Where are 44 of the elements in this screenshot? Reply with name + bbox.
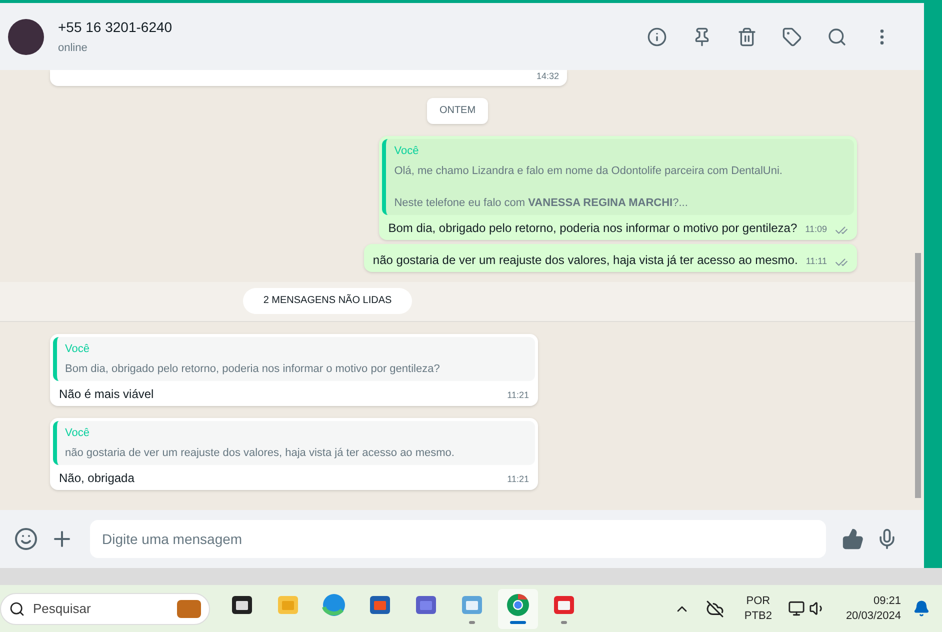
quote-author: Você bbox=[65, 426, 90, 440]
message-input[interactable]: Digite uma mensagem bbox=[90, 520, 826, 558]
network-icon[interactable] bbox=[788, 600, 805, 617]
tag-icon[interactable] bbox=[782, 26, 802, 46]
thumbs-up-icon[interactable] bbox=[842, 528, 864, 550]
message-text: Bom dia, obrigado pelo retorno, poderia nos informar o motivo por gentileza? bbox=[388, 220, 798, 236]
search-icon[interactable] bbox=[827, 26, 847, 46]
quoted-message[interactable]: Você não gostaria de ver um reajuste dos valores, haja vista já ter acesso ao mesmo. bbox=[53, 420, 535, 464]
contact-name[interactable]: +55 16 3201-6240 bbox=[58, 16, 172, 38]
double-check-icon bbox=[835, 256, 848, 268]
quote-text: não gostaria de ver um reajuste dos valores, haja vista já ter acesso ao mesmo. bbox=[65, 446, 456, 460]
chrome-app-icon bbox=[506, 593, 530, 617]
search-placeholder: Pesquisar bbox=[33, 600, 91, 618]
keyboard-layout[interactable]: PTB2 bbox=[744, 608, 772, 624]
emoji-icon[interactable] bbox=[14, 527, 38, 551]
message-text: não gostaria de ver um reajuste dos valores, haja vista já ter acesso ao mesmo. bbox=[372, 252, 798, 268]
quote-text: Neste telefone eu falo com VANESSA REGINA MARCHI?... bbox=[394, 196, 689, 210]
quote-author: Você bbox=[394, 144, 420, 158]
quote-text: Olá, me chamo Lizandra e falo em nome da Odontolife parceira com DentalUni. bbox=[394, 164, 784, 178]
input-language[interactable]: POR bbox=[746, 594, 770, 608]
notification-icon[interactable] bbox=[913, 600, 930, 617]
unread-count: 2 MENSAGENS NÃO LIDAS bbox=[243, 288, 412, 314]
info-icon[interactable] bbox=[647, 26, 667, 46]
taskbar-search[interactable]: Pesquisar bbox=[0, 592, 210, 624]
message-time: 11:21 bbox=[507, 473, 529, 486]
message-time: 14:32 bbox=[536, 70, 559, 83]
contact-status: online bbox=[58, 40, 88, 56]
avatar[interactable] bbox=[8, 18, 44, 54]
quoted-message[interactable]: Você Bom dia, obrigado pelo retorno, poderia nos informar o motivo por gentileza? bbox=[53, 336, 535, 380]
double-check-icon bbox=[835, 224, 848, 236]
message-text: Não, obrigada bbox=[59, 470, 136, 486]
message-time: 11:09 bbox=[805, 223, 827, 236]
trash-icon[interactable] bbox=[737, 26, 757, 46]
clock-time[interactable]: 09:21 bbox=[873, 594, 901, 608]
message-time: 11:21 bbox=[507, 389, 529, 402]
clock-date[interactable]: 20/03/2024 bbox=[846, 608, 901, 624]
quote-text: Bom dia, obrigado pelo retorno, poderia nos informar o motivo por gentileza? bbox=[65, 362, 441, 376]
quote-author: Você bbox=[65, 342, 90, 356]
cloud-off-icon[interactable] bbox=[706, 600, 724, 618]
quoted-message[interactable]: Você Olá, me chamo Lizandra e falo em nome da Odontolife parceira com DentalUni. Neste telefone eu falo com VANESSA REGINA MARCHI?... bbox=[382, 138, 854, 214]
message-text: Não é mais viável bbox=[59, 386, 155, 402]
search-icon bbox=[9, 600, 25, 616]
scrollbar-thumb[interactable] bbox=[915, 253, 921, 498]
message-time: 11:11 bbox=[806, 255, 827, 268]
